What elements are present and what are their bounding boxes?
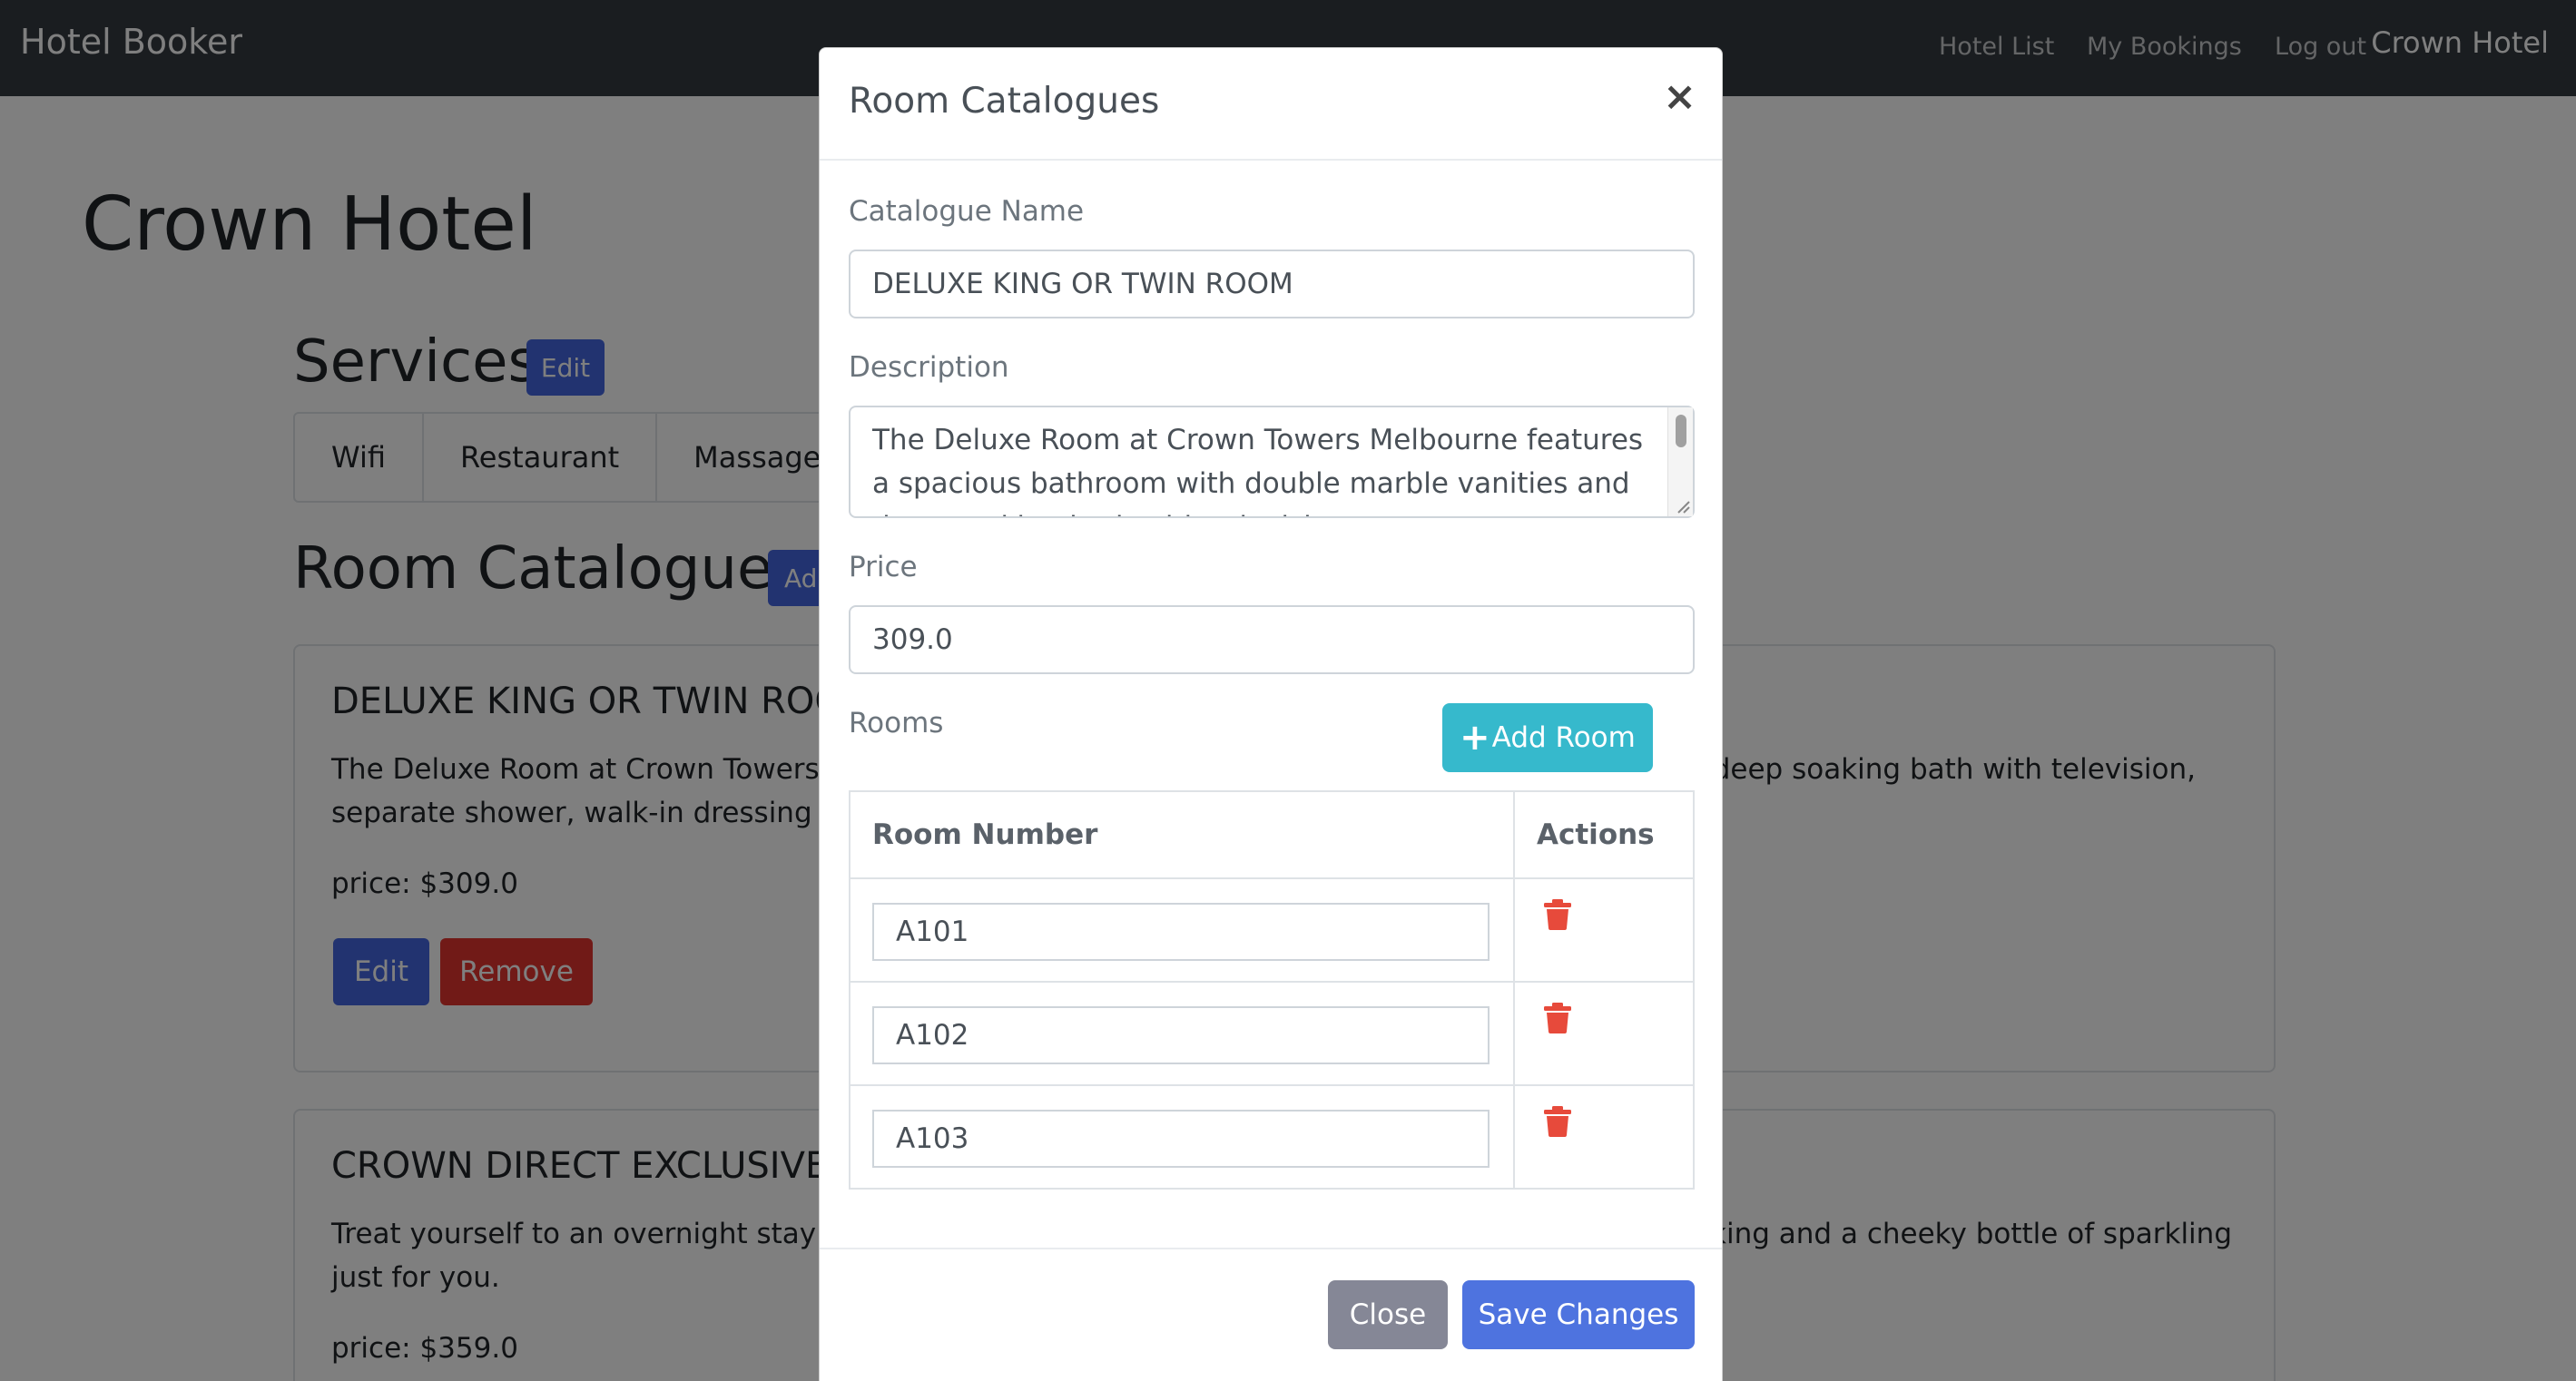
room-number-input[interactable] xyxy=(872,1006,1490,1064)
save-changes-button[interactable]: Save Changes xyxy=(1462,1280,1695,1349)
column-header-actions: Actions xyxy=(1513,790,1695,879)
resize-grip-icon[interactable] xyxy=(1675,498,1691,514)
price-label: Price xyxy=(849,551,918,583)
add-room-label: Add Room xyxy=(1491,721,1636,754)
catalogue-name-label: Catalogue Name xyxy=(849,195,1085,228)
modal-header: Room Catalogues × xyxy=(820,48,1722,161)
plus-icon: + xyxy=(1460,717,1490,759)
room-number-input[interactable] xyxy=(872,903,1490,961)
room-catalogue-modal: Room Catalogues × Catalogue Name Descrip… xyxy=(819,47,1723,1381)
trash-icon[interactable] xyxy=(1544,1106,1571,1137)
trash-icon[interactable] xyxy=(1544,899,1571,930)
table-row xyxy=(849,1084,1695,1190)
table-header-row: Room Number Actions xyxy=(849,790,1695,879)
catalogue-name-input[interactable] xyxy=(849,250,1695,318)
room-number-input[interactable] xyxy=(872,1110,1490,1168)
rooms-table: Room Number Actions xyxy=(849,790,1695,1190)
description-label: Description xyxy=(849,351,1009,384)
add-room-button[interactable]: + Add Room xyxy=(1442,703,1653,772)
table-row xyxy=(849,877,1695,983)
modal-title: Room Catalogues xyxy=(849,81,1160,122)
table-row xyxy=(849,981,1695,1086)
modal-footer: Close Save Changes xyxy=(820,1248,1722,1381)
scrollbar-thumb[interactable] xyxy=(1676,415,1686,447)
column-header-room-number: Room Number xyxy=(849,790,1515,879)
rooms-label: Rooms xyxy=(849,707,944,739)
trash-icon[interactable] xyxy=(1544,1003,1571,1033)
close-button[interactable]: Close xyxy=(1328,1280,1448,1349)
price-input[interactable] xyxy=(849,605,1695,674)
close-icon[interactable]: × xyxy=(1663,77,1696,117)
description-textarea[interactable]: The Deluxe Room at Crown Towers Melbourn… xyxy=(849,406,1695,518)
